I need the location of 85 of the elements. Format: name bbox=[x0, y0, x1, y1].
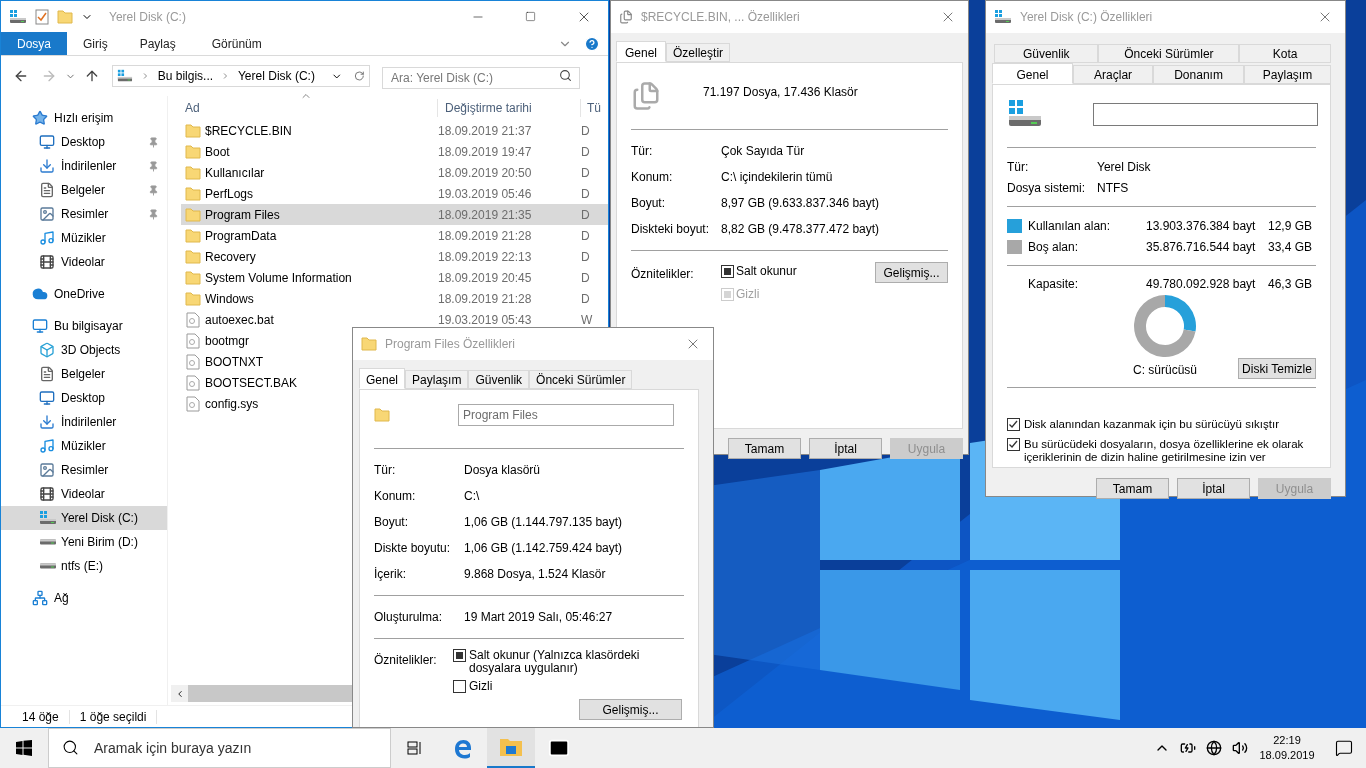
file-type: D bbox=[581, 185, 590, 203]
field-label: Öznitelikler: bbox=[631, 266, 694, 283]
size-value: 33,4 GB bbox=[1268, 238, 1313, 256]
field-label: Kapasite: bbox=[1028, 276, 1080, 293]
field-value: 8,82 GB (9.478.377.472 bayt) bbox=[721, 221, 880, 238]
file-name: Recovery bbox=[205, 248, 256, 266]
window-title: $RECYCLE.BIN, ... Özellikleri bbox=[641, 9, 800, 26]
status-text: 1 öğe seçildi bbox=[79, 708, 147, 726]
checkbox-label: Gizli bbox=[736, 286, 760, 303]
file-type: D bbox=[581, 248, 590, 266]
file-date: 18.09.2019 21:28 bbox=[438, 290, 532, 308]
file-date: 18.09.2019 21:35 bbox=[438, 206, 532, 224]
file-type: D bbox=[581, 227, 590, 245]
field-label: Diskte boyutu: bbox=[374, 540, 451, 557]
checkbox-label: Disk alanından kazanmak için bu sürücüyü sıkıştır bbox=[1024, 418, 1281, 431]
field-value: 1,06 GB (1.144.797.135 bayt) bbox=[464, 514, 623, 531]
field-value: Çok Sayıda Tür bbox=[721, 143, 805, 160]
field-value: 8,97 GB (9.633.837.346 bayt) bbox=[721, 195, 880, 212]
field-label: Tür: bbox=[374, 462, 396, 479]
checkbox-label: Salt okunur bbox=[736, 263, 797, 280]
checkbox-label: Salt okunur (Yalnızca klasördeki dosyalara uygulanır) bbox=[469, 649, 641, 675]
file-name: autoexec.bat bbox=[205, 311, 274, 329]
field-label: Öznitelikler: bbox=[374, 652, 437, 669]
file-type: D bbox=[581, 164, 590, 182]
field-label: Diskteki boyut: bbox=[631, 221, 710, 238]
file-type: W bbox=[581, 311, 593, 329]
field-value: NTFS bbox=[1097, 179, 1129, 197]
window-title: Yerel Disk (C:) bbox=[109, 8, 186, 26]
size-value: 46,3 GB bbox=[1268, 276, 1313, 293]
file-date: 18.09.2019 21:37 bbox=[438, 122, 532, 140]
field-label: İçerik: bbox=[374, 566, 406, 583]
field-value: C:\ içindekilerin tümü bbox=[721, 169, 833, 186]
file-name: BOOTNXT bbox=[205, 353, 263, 371]
file-name: Program Files bbox=[205, 206, 280, 224]
file-type: D bbox=[581, 269, 590, 287]
file-type: D bbox=[581, 290, 590, 308]
file-name: PerfLogs bbox=[205, 185, 254, 203]
field-label: Dosya sistemi: bbox=[1007, 179, 1086, 197]
field-value: Dosya klasörü bbox=[464, 462, 541, 479]
file-name: config.sys bbox=[205, 395, 259, 413]
file-type: D bbox=[581, 206, 590, 224]
field-value: 9.868 Dosya, 1.524 Klasör bbox=[464, 566, 606, 583]
file-type: D bbox=[581, 143, 590, 161]
field-value: C:\ bbox=[464, 488, 480, 505]
field-label: Tür: bbox=[1007, 158, 1029, 176]
field-value: Yerel Disk bbox=[1097, 158, 1151, 176]
field-label: Tür: bbox=[631, 143, 653, 160]
size-value: 12,9 GB bbox=[1268, 217, 1313, 235]
file-name: bootmgr bbox=[205, 332, 250, 350]
byte-count: 13.903.376.384 bayt bbox=[1146, 217, 1257, 235]
file-name: Windows bbox=[205, 290, 254, 308]
file-date: 18.09.2019 20:50 bbox=[438, 164, 532, 182]
status-text: 14 öğe bbox=[22, 708, 59, 726]
field-value: 1,06 GB (1.142.759.424 bayt) bbox=[464, 540, 623, 557]
file-type: D bbox=[581, 122, 590, 140]
field-label: Boş alan: bbox=[1028, 238, 1080, 256]
file-name: Kullanıcılar bbox=[205, 164, 265, 182]
file-name: $RECYCLE.BIN bbox=[205, 122, 292, 140]
drive-label: C: sürücüsü bbox=[1133, 362, 1197, 379]
file-name: BOOTSECT.BAK bbox=[205, 374, 298, 392]
file-date: 18.09.2019 22:13 bbox=[438, 248, 532, 266]
time-text: 22:19 bbox=[1273, 733, 1301, 748]
file-date: 19.03.2019 05:43 bbox=[438, 311, 532, 329]
file-date: 18.09.2019 20:45 bbox=[438, 269, 532, 287]
window-title: Program Files Özellikleri bbox=[385, 336, 516, 353]
file-name: ProgramData bbox=[205, 227, 277, 245]
field-label: Boyut: bbox=[374, 514, 409, 531]
field-label: Boyut: bbox=[631, 195, 666, 212]
file-date: 18.09.2019 19:47 bbox=[438, 143, 532, 161]
field-value: 19 Mart 2019 Salı, 05:46:27 bbox=[464, 609, 613, 626]
file-date: 19.03.2019 05:46 bbox=[438, 185, 532, 203]
file-name: Boot bbox=[205, 143, 230, 161]
file-date: 18.09.2019 21:28 bbox=[438, 227, 532, 245]
window-title: Yerel Disk (C:) Özellikleri bbox=[1020, 9, 1153, 26]
byte-count: 35.876.716.544 bayt bbox=[1146, 238, 1257, 256]
field-label: Oluşturulma: bbox=[374, 609, 443, 626]
field-label: Konum: bbox=[631, 169, 673, 186]
summary-text: 71.197 Dosya, 17.436 Klasör bbox=[703, 84, 858, 101]
checkbox-label: Gizli bbox=[469, 680, 494, 693]
date-text: 18.09.2019 bbox=[1259, 748, 1315, 763]
byte-count: 49.780.092.928 bayt bbox=[1146, 276, 1257, 293]
file-name: System Volume Information bbox=[205, 269, 352, 287]
field-label: Kullanılan alan: bbox=[1028, 217, 1112, 235]
checkbox-label: Bu sürücüdeki dosyaların, dosya özelliklerine ek olarak içeriklerinin de dizin haline getirilmesine izin ver bbox=[1024, 438, 1305, 464]
field-label: Konum: bbox=[374, 488, 416, 505]
